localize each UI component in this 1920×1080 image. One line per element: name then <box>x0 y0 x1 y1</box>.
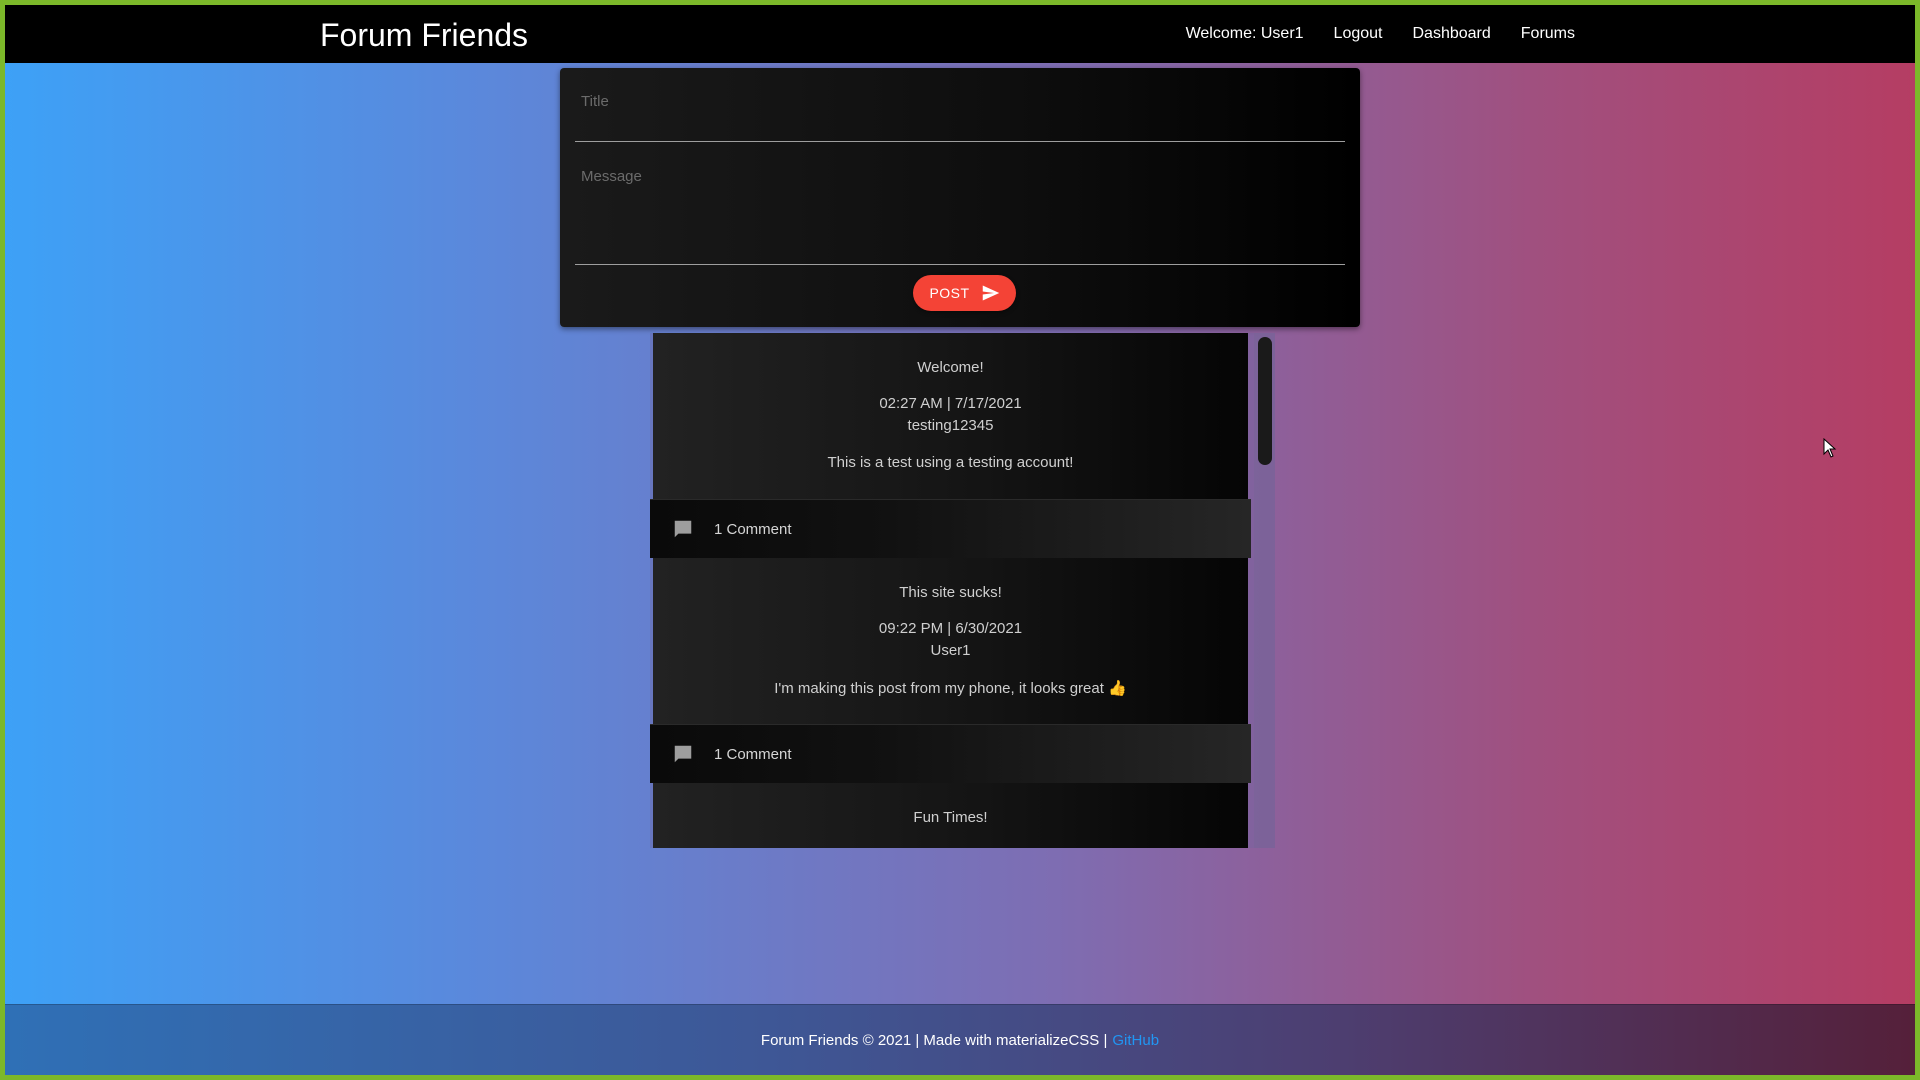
posts-scrollbar[interactable] <box>1254 333 1275 848</box>
page-footer: Forum Friends © 2021 | Made with materia… <box>5 1004 1915 1075</box>
send-icon <box>982 285 1000 301</box>
post-body: Fun Times! <box>653 783 1248 848</box>
post-message: I'm making this post from my phone, it l… <box>774 680 1127 697</box>
post-card: Fun Times! <box>650 783 1254 848</box>
page-frame: Forum Friends Welcome: User1 Logout Dash… <box>5 5 1915 1075</box>
scrollbar-thumb[interactable] <box>1258 337 1272 465</box>
post-body: This site sucks! 09:22 PM | 6/30/2021 Us… <box>653 558 1248 724</box>
brand-logo[interactable]: Forum Friends <box>320 17 528 54</box>
comment-count: 1 Comment <box>714 520 792 538</box>
comment-icon <box>672 743 694 765</box>
dashboard-link[interactable]: Dashboard <box>1397 25 1505 43</box>
post-date: 09:22 PM | 6/30/2021 <box>878 620 1023 637</box>
message-input[interactable] <box>575 164 1345 264</box>
post-author: User1 <box>930 642 971 659</box>
post-button-label: POST <box>929 285 970 301</box>
logout-link[interactable]: Logout <box>1319 25 1398 43</box>
new-post-form: POST <box>560 68 1360 327</box>
post-date: 02:27 AM | 7/17/2021 <box>879 395 1022 412</box>
post-title: Welcome! <box>917 359 984 376</box>
nav-links: Welcome: User1 Logout Dashboard Forums <box>1171 5 1590 63</box>
post-card: Welcome! 02:27 AM | 7/17/2021 testing123… <box>650 333 1254 558</box>
comment-count: 1 Comment <box>714 745 792 763</box>
post-card: This site sucks! 09:22 PM | 6/30/2021 Us… <box>650 558 1254 783</box>
title-input[interactable] <box>575 88 1345 114</box>
post-message: This is a test using a testing account! <box>827 454 1074 471</box>
post-title: Fun Times! <box>913 809 988 826</box>
post-comments-button[interactable]: 1 Comment <box>650 499 1251 558</box>
mouse-pointer-icon <box>1823 437 1837 463</box>
comment-icon <box>672 518 694 540</box>
post-comments-button[interactable]: 1 Comment <box>650 724 1251 783</box>
navbar: Forum Friends Welcome: User1 Logout Dash… <box>5 5 1915 63</box>
posts-scroll-content: Welcome! 02:27 AM | 7/17/2021 testing123… <box>650 333 1254 848</box>
message-field-wrapper <box>575 164 1345 265</box>
post-title: This site sucks! <box>899 584 1002 601</box>
post-author: testing12345 <box>907 417 994 434</box>
posts-list[interactable]: Welcome! 02:27 AM | 7/17/2021 testing123… <box>650 333 1275 848</box>
footer-text: Forum Friends © 2021 | Made with materia… <box>760 1032 1108 1049</box>
forums-link[interactable]: Forums <box>1506 25 1590 43</box>
title-field-wrapper <box>575 86 1345 142</box>
post-button[interactable]: POST <box>913 275 1016 311</box>
github-link[interactable]: GitHub <box>1112 1032 1159 1049</box>
welcome-user[interactable]: Welcome: User1 <box>1171 25 1319 43</box>
post-body: Welcome! 02:27 AM | 7/17/2021 testing123… <box>653 333 1248 499</box>
